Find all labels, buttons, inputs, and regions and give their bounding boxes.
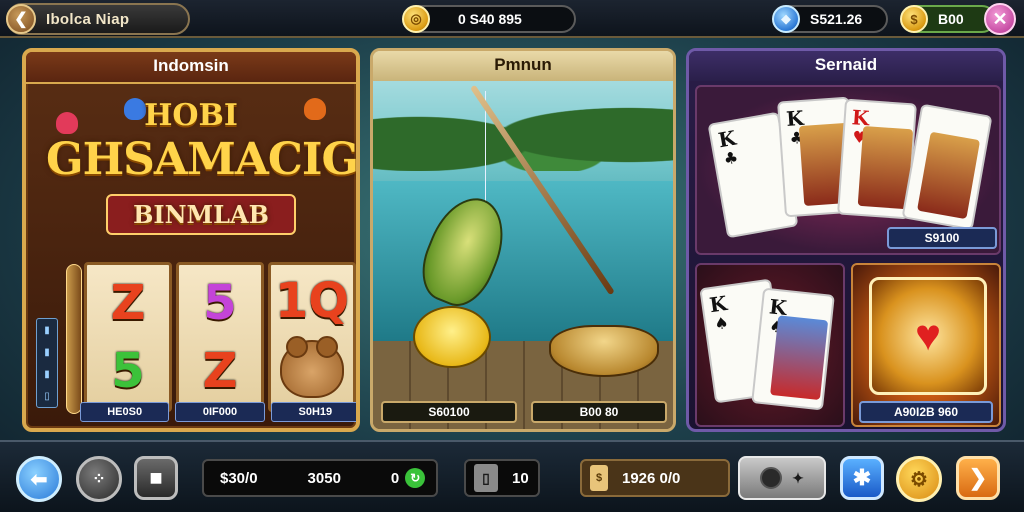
reel-1-bottom-symbol: 5 bbox=[111, 343, 145, 399]
slot-reels: Z 5 5 Z 1Q bbox=[84, 262, 356, 412]
reel-2: 5 Z bbox=[176, 262, 264, 412]
balance-mid: 3050 bbox=[307, 469, 341, 487]
menu-dots-icon[interactable]: ⁘ bbox=[76, 456, 122, 502]
treasure-boat-icon bbox=[549, 325, 659, 377]
gem-icon: ◆ bbox=[772, 5, 800, 33]
side-indicator: ▮ ▮ ▮ ▯ bbox=[36, 318, 58, 408]
ticket-icon: $ bbox=[590, 465, 608, 491]
cards-top-value-text: S9100 bbox=[924, 231, 960, 245]
yellow-fish-icon bbox=[413, 306, 491, 368]
back-arrow-icon[interactable]: ⬅ bbox=[16, 456, 62, 502]
gem-balance: ◆ S521.26 bbox=[772, 5, 888, 33]
reel-3-top-symbol: 1Q bbox=[274, 272, 350, 329]
close-icon[interactable]: ✕ bbox=[984, 3, 1016, 35]
heart-icon: ♥ bbox=[914, 311, 942, 360]
slot-values: HE0S0 0IF000 S0H19 bbox=[80, 402, 356, 422]
slot-logo: HOBI GHSAMACIGA BINMLAB bbox=[46, 94, 360, 244]
fishing-value-2: B00 80 bbox=[531, 401, 667, 423]
reel-3: 1Q bbox=[268, 262, 356, 412]
level-value: 10 bbox=[512, 469, 529, 487]
slot-value-2: 0IF000 bbox=[175, 402, 265, 422]
reel-2-top-symbol: 5 bbox=[203, 275, 237, 331]
bear-icon bbox=[280, 335, 344, 398]
gold-balance: $ B00 bbox=[900, 5, 996, 33]
reel-1: Z 5 bbox=[84, 262, 172, 412]
search-toggle[interactable]: ✦ bbox=[738, 456, 826, 500]
spade-icon: ♠ bbox=[713, 312, 730, 334]
fishing-banner: Pmnun bbox=[373, 51, 673, 81]
ticket-value: 1926 0/0 bbox=[622, 469, 681, 487]
back-pill[interactable]: ❮ Ibolca Niap bbox=[6, 3, 190, 35]
cards-title: Sernaid bbox=[814, 55, 878, 74]
reel-2-bottom-symbol: Z bbox=[202, 343, 238, 399]
logo-line-3: BINMLAB bbox=[106, 194, 296, 235]
slot-banner: Indomsin bbox=[26, 52, 356, 84]
balance-label: $30/0 bbox=[220, 469, 258, 487]
card-table-top[interactable]: K ♣ K ♣ K ♥ S9100 bbox=[695, 85, 1001, 255]
slot-value-3: S0H19 bbox=[270, 402, 356, 422]
next-arrow-icon[interactable]: ❯ bbox=[956, 456, 1000, 500]
reel-1-top-symbol: Z bbox=[110, 275, 146, 331]
coin-balance-value: 0 S40 895 bbox=[458, 11, 522, 27]
golden-heart-card: ♥ bbox=[869, 277, 987, 395]
coin-balance: ◎ 0 S40 895 bbox=[402, 5, 576, 33]
game-title: Ibolca Niap bbox=[46, 10, 130, 28]
reel-lever[interactable] bbox=[66, 264, 82, 414]
cards-bottom-value: A90I2B 960 bbox=[859, 401, 993, 423]
balance-right: 0 bbox=[390, 469, 400, 487]
stop-icon[interactable]: ■ bbox=[134, 456, 178, 500]
fishing-title: Pmnun bbox=[494, 55, 552, 74]
fishing-value-1: S60100 bbox=[381, 401, 517, 423]
fishing-game-panel[interactable]: Pmnun S60100 B00 80 bbox=[370, 48, 676, 432]
settings-icon[interactable]: ✱ bbox=[840, 456, 884, 500]
logo-line-1: HOBI bbox=[144, 98, 238, 133]
slot-title: Indomsin bbox=[153, 56, 229, 75]
slot-value-1: HE0S0 bbox=[80, 402, 170, 422]
gem-balance-value: S521.26 bbox=[810, 11, 863, 27]
fishing-values: S60100 B00 80 bbox=[381, 401, 667, 423]
lake-water bbox=[373, 181, 673, 341]
playing-card: K ♠ bbox=[751, 287, 835, 411]
balance-counter: $30/0 3050 0 ↻ bbox=[202, 459, 438, 497]
search-icon bbox=[760, 467, 783, 489]
cards-bottom-value-text: A90I2B 960 bbox=[893, 405, 959, 419]
logo-line-2: GHSAMACIGA bbox=[46, 134, 360, 185]
gear-icon[interactable]: ⚙ bbox=[896, 456, 942, 502]
cards-top-value: S9100 bbox=[887, 227, 997, 249]
refresh-icon[interactable]: ↻ bbox=[405, 468, 426, 488]
dollar-coin-icon: $ bbox=[900, 5, 928, 33]
slot-game-panel[interactable]: Indomsin HOBI GHSAMACIGA BINMLAB ▮ ▮ ▮ ▯ Z … bbox=[22, 48, 360, 432]
bottom-bar: ⬅ ⁘ ■ $30/0 3050 0 ↻ ▯ 10 $ 1926 0/0 ✦ ✱… bbox=[0, 440, 1024, 512]
card-table-bottom-left[interactable]: K ♠ K ♠ bbox=[695, 263, 845, 427]
coin-icon: ◎ bbox=[402, 5, 430, 33]
queen-face bbox=[916, 131, 981, 220]
door-icon: ▯ bbox=[474, 464, 498, 492]
card-table-bottom-right[interactable]: ♥ A90I2B 960 bbox=[851, 263, 1001, 427]
ticket-counter: $ 1926 0/0 bbox=[580, 459, 730, 497]
card-game-panel[interactable]: Sernaid K ♣ K ♣ K ♥ S9100 K ♠ K ♠ bbox=[686, 48, 1006, 432]
gold-balance-value: B00 bbox=[938, 11, 964, 27]
level-counter: ▯ 10 bbox=[464, 459, 540, 497]
chevron-left-icon[interactable]: ❮ bbox=[6, 4, 36, 34]
sparkle-icon: ✦ bbox=[792, 469, 804, 486]
top-bar: ❮ Ibolca Niap ◎ 0 S40 895 ◆ S521.26 $ B0… bbox=[0, 0, 1024, 38]
spade-icon: ♣ bbox=[722, 147, 740, 169]
cards-banner: Sernaid bbox=[689, 51, 1003, 81]
jack-face bbox=[770, 315, 829, 401]
